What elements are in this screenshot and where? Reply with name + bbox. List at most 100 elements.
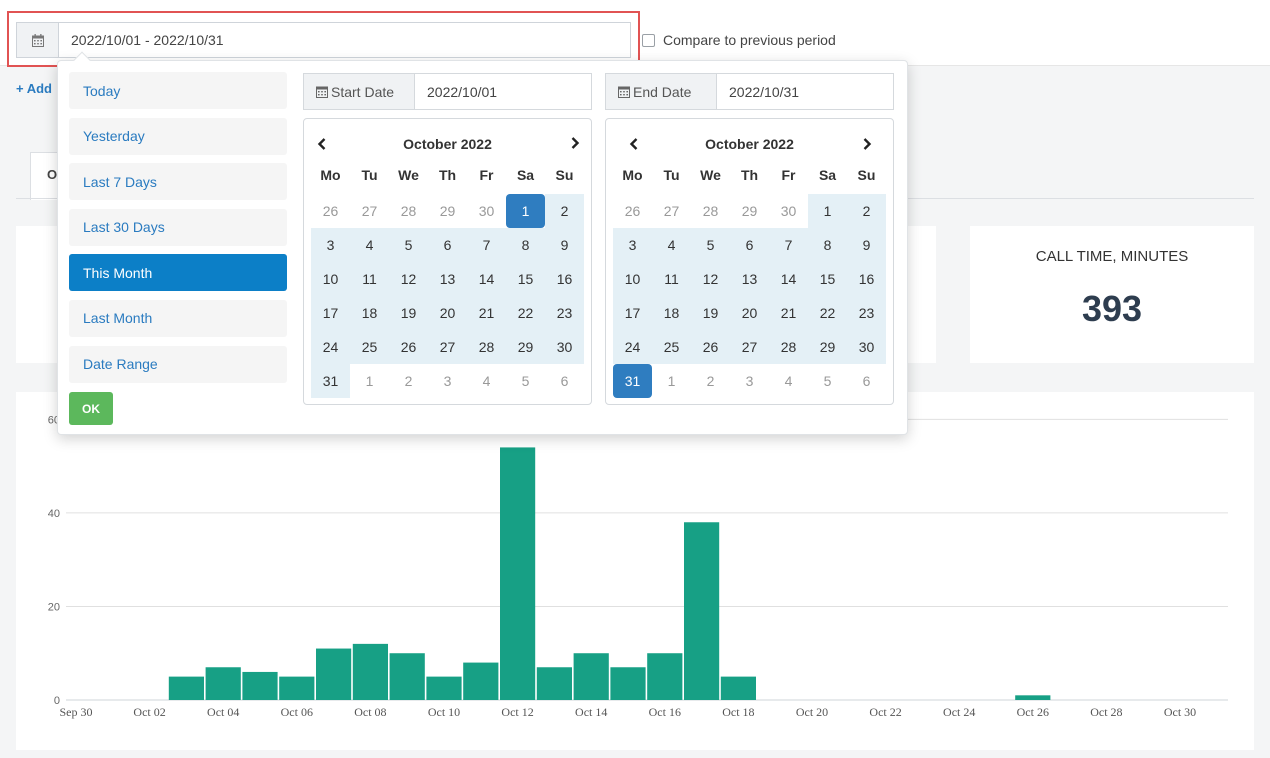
- calendar-day[interactable]: 7: [769, 228, 808, 262]
- calendar-day[interactable]: 27: [730, 330, 769, 364]
- date-range-input[interactable]: 2022/10/01 - 2022/10/31: [16, 22, 631, 58]
- calendar-day[interactable]: 5: [389, 228, 428, 262]
- calendar-day[interactable]: 31: [311, 364, 350, 398]
- calendar-day[interactable]: 10: [311, 262, 350, 296]
- calendar-day[interactable]: 5: [691, 228, 730, 262]
- calendar-day[interactable]: 30: [847, 330, 886, 364]
- calendar-day[interactable]: 7: [467, 228, 506, 262]
- compare-option[interactable]: Compare to previous period: [642, 32, 836, 48]
- calendar-day[interactable]: 27: [350, 194, 389, 228]
- calendar-day[interactable]: 25: [350, 330, 389, 364]
- start-date-field[interactable]: Start Date 2022/10/01: [303, 73, 592, 110]
- calendar-day[interactable]: 18: [652, 296, 691, 330]
- calendar-day[interactable]: 6: [730, 228, 769, 262]
- calendar-day[interactable]: 16: [545, 262, 584, 296]
- calendar-day[interactable]: 5: [506, 364, 545, 398]
- calendar-day[interactable]: 4: [769, 364, 808, 398]
- calendar-day[interactable]: 30: [467, 194, 506, 228]
- prev-month-icon[interactable]: [622, 132, 646, 156]
- add-link[interactable]: + Add: [16, 81, 52, 96]
- calendar-day[interactable]: 4: [467, 364, 506, 398]
- next-month-icon[interactable]: [563, 131, 587, 155]
- calendar-day[interactable]: 20: [428, 296, 467, 330]
- calendar-day[interactable]: 10: [613, 262, 652, 296]
- calendar-day[interactable]: 24: [311, 330, 350, 364]
- calendar-day[interactable]: 3: [428, 364, 467, 398]
- calendar-day[interactable]: 2: [691, 364, 730, 398]
- calendar-day[interactable]: 29: [428, 194, 467, 228]
- calendar-day[interactable]: 11: [350, 262, 389, 296]
- end-date-field[interactable]: End Date 2022/10/31: [605, 73, 894, 110]
- calendar-day[interactable]: 6: [847, 364, 886, 398]
- calendar-day[interactable]: 30: [769, 194, 808, 228]
- calendar-day[interactable]: 17: [613, 296, 652, 330]
- calendar-day[interactable]: 26: [691, 330, 730, 364]
- calendar-day[interactable]: 28: [769, 330, 808, 364]
- calendar-day[interactable]: 23: [847, 296, 886, 330]
- calendar-day[interactable]: 20: [730, 296, 769, 330]
- calendar-day[interactable]: 31: [613, 364, 652, 398]
- calendar-day[interactable]: 27: [428, 330, 467, 364]
- calendar-day[interactable]: 24: [613, 330, 652, 364]
- calendar-day[interactable]: 12: [389, 262, 428, 296]
- calendar-day[interactable]: 1: [350, 364, 389, 398]
- calendar-day[interactable]: 19: [389, 296, 428, 330]
- calendar-day[interactable]: 30: [545, 330, 584, 364]
- calendar-day[interactable]: 19: [691, 296, 730, 330]
- calendar-day[interactable]: 15: [808, 262, 847, 296]
- ok-button[interactable]: OK: [69, 392, 113, 425]
- range-last-month[interactable]: Last Month: [69, 299, 287, 337]
- calendar-day[interactable]: 18: [350, 296, 389, 330]
- calendar-day[interactable]: 9: [545, 228, 584, 262]
- calendar-day[interactable]: 8: [808, 228, 847, 262]
- calendar-day[interactable]: 11: [652, 262, 691, 296]
- calendar-day[interactable]: 23: [545, 296, 584, 330]
- calendar-day[interactable]: 2: [847, 194, 886, 228]
- calendar-day[interactable]: 1: [808, 194, 847, 228]
- range-last-30-days[interactable]: Last 30 Days: [69, 208, 287, 246]
- calendar-day[interactable]: 5: [808, 364, 847, 398]
- calendar-day[interactable]: 27: [652, 194, 691, 228]
- calendar-day[interactable]: 22: [808, 296, 847, 330]
- calendar-day[interactable]: 28: [467, 330, 506, 364]
- calendar-day[interactable]: 16: [847, 262, 886, 296]
- calendar-day[interactable]: 17: [311, 296, 350, 330]
- calendar-day[interactable]: 1: [652, 364, 691, 398]
- prev-month-icon[interactable]: [310, 132, 334, 156]
- calendar-day[interactable]: 29: [808, 330, 847, 364]
- range-this-month[interactable]: This Month: [69, 254, 287, 292]
- calendar-day[interactable]: 14: [467, 262, 506, 296]
- calendar-day[interactable]: 26: [613, 194, 652, 228]
- calendar-day[interactable]: 29: [730, 194, 769, 228]
- calendar-day[interactable]: 12: [691, 262, 730, 296]
- calendar-day[interactable]: 3: [613, 228, 652, 262]
- calendar-day[interactable]: 26: [389, 330, 428, 364]
- calendar-day[interactable]: 28: [691, 194, 730, 228]
- compare-checkbox[interactable]: [642, 33, 655, 47]
- calendar-day[interactable]: 15: [506, 262, 545, 296]
- calendar-day[interactable]: 13: [730, 262, 769, 296]
- calendar-day[interactable]: 9: [847, 228, 886, 262]
- calendar-day[interactable]: 14: [769, 262, 808, 296]
- calendar-day[interactable]: 22: [506, 296, 545, 330]
- calendar-day[interactable]: 21: [467, 296, 506, 330]
- calendar-day[interactable]: 26: [311, 194, 350, 228]
- calendar-day[interactable]: 21: [769, 296, 808, 330]
- calendar-day[interactable]: 1: [506, 194, 545, 228]
- calendar-day[interactable]: 28: [389, 194, 428, 228]
- calendar-day[interactable]: 4: [350, 228, 389, 262]
- range-date-range[interactable]: Date Range: [69, 345, 287, 383]
- range-yesterday[interactable]: Yesterday: [69, 117, 287, 155]
- calendar-day[interactable]: 13: [428, 262, 467, 296]
- calendar-day[interactable]: 29: [506, 330, 545, 364]
- calendar-day[interactable]: 3: [311, 228, 350, 262]
- next-month-icon[interactable]: [855, 132, 879, 156]
- range-last-7-days[interactable]: Last 7 Days: [69, 163, 287, 201]
- calendar-day[interactable]: 25: [652, 330, 691, 364]
- calendar-day[interactable]: 6: [428, 228, 467, 262]
- calendar-day[interactable]: 2: [389, 364, 428, 398]
- range-today[interactable]: Today: [69, 72, 287, 109]
- calendar-day[interactable]: 4: [652, 228, 691, 262]
- calendar-day[interactable]: 2: [545, 194, 584, 228]
- calendar-day[interactable]: 6: [545, 364, 584, 398]
